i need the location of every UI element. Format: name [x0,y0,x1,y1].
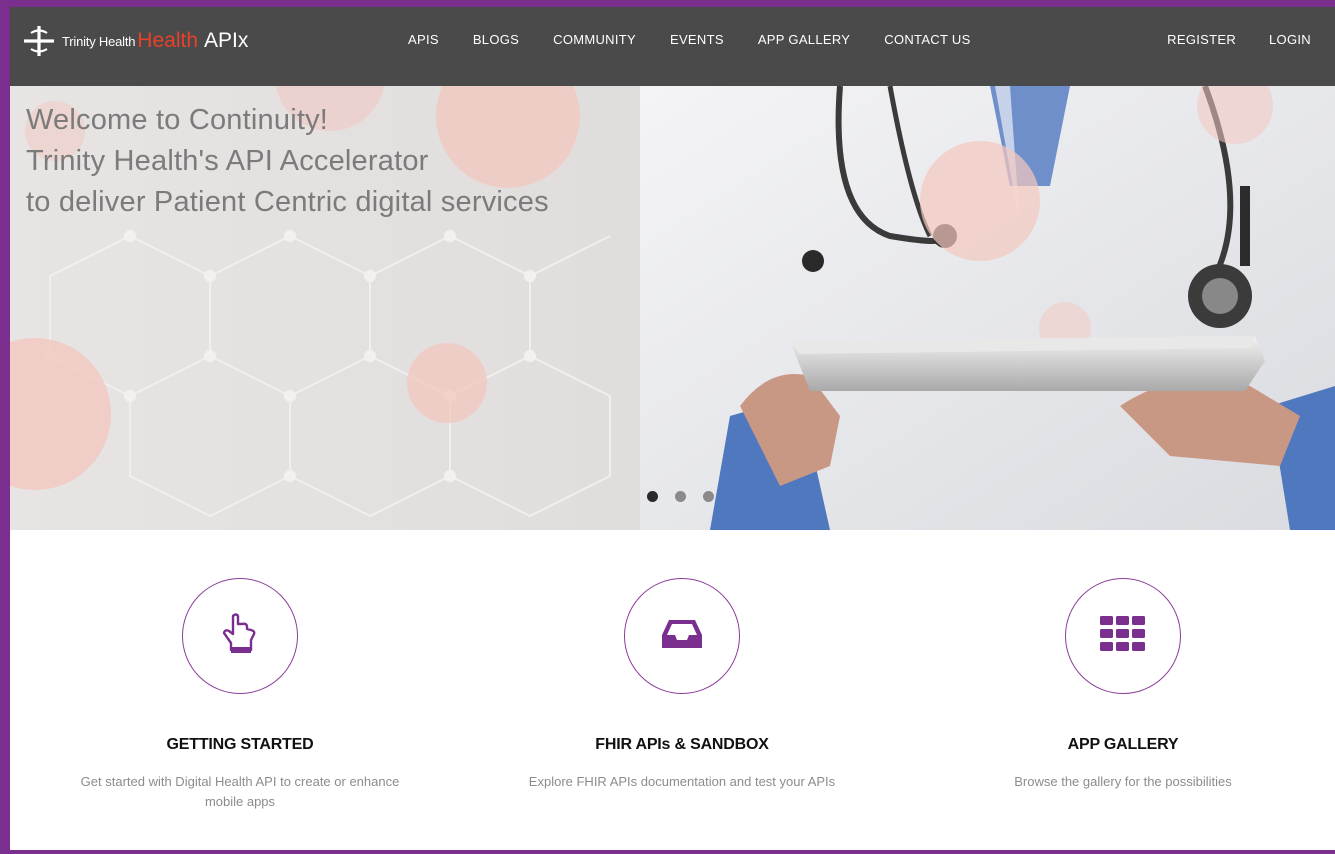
grid-icon [1100,615,1146,657]
carousel-dot-3[interactable] [703,491,714,502]
nav-blogs[interactable]: BLOGS [473,32,519,47]
register-link[interactable]: REGISTER [1167,32,1236,47]
feature-description: Get started with Digital Health API to c… [80,774,400,809]
account-nav: REGISTER LOGIN [1134,32,1311,47]
feature-title[interactable]: APP GALLERY [903,736,1335,754]
top-navbar: Trinity Health Health APIx APIS BLOGS CO… [10,7,1335,86]
feature-app-gallery[interactable]: APP GALLERY Browse the gallery for the p… [903,530,1335,792]
feature-description: Explore FHIR APIs documentation and test… [528,774,836,789]
carousel-dot-2[interactable] [675,491,686,502]
hand-pointer-icon [220,612,260,661]
brand-logo[interactable]: Trinity Health Health APIx [22,21,248,61]
window-frame-left [0,0,10,854]
brand-apix-word: APIx [204,29,249,52]
window-frame-bottom [0,850,1335,854]
feature-icon-circle[interactable] [182,578,298,694]
nav-community[interactable]: COMMUNITY [553,32,636,47]
feature-section: GETTING STARTED Get started with Digital… [10,530,1335,850]
brand-org-name: Trinity Health [62,33,136,49]
login-link[interactable]: LOGIN [1269,32,1311,47]
carousel-dot-1[interactable] [647,491,658,502]
hero-line-3: to deliver Patient Centric digital servi… [26,186,549,218]
feature-title[interactable]: GETTING STARTED [20,736,460,754]
nav-events[interactable]: EVENTS [670,32,724,47]
inbox-icon [661,618,703,655]
nav-apis[interactable]: APIS [408,32,439,47]
main-nav: APIS BLOGS COMMUNITY EVENTS APP GALLERY … [408,32,1005,47]
feature-icon-circle[interactable] [624,578,740,694]
hero-heading: Welcome to Continuity! Trinity Health's … [26,100,549,223]
hero-line-1: Welcome to Continuity! [26,104,329,136]
hero-carousel[interactable]: Welcome to Continuity! Trinity Health's … [10,86,1335,530]
feature-description: Browse the gallery for the possibilities [1014,774,1232,789]
feature-title[interactable]: FHIR APIs & SANDBOX [462,736,902,754]
trinity-cross-logo-icon [22,24,56,58]
brand-health-word: Health [137,29,198,52]
nav-app-gallery[interactable]: APP GALLERY [758,32,850,47]
nav-contact-us[interactable]: CONTACT US [884,32,970,47]
feature-fhir-apis[interactable]: FHIR APIs & SANDBOX Explore FHIR APIs do… [462,530,902,792]
feature-getting-started[interactable]: GETTING STARTED Get started with Digital… [20,530,460,812]
hero-line-2: Trinity Health's API Accelerator [26,145,429,177]
window-frame-top [0,0,1335,7]
feature-icon-circle[interactable] [1065,578,1181,694]
carousel-indicators [647,491,731,502]
